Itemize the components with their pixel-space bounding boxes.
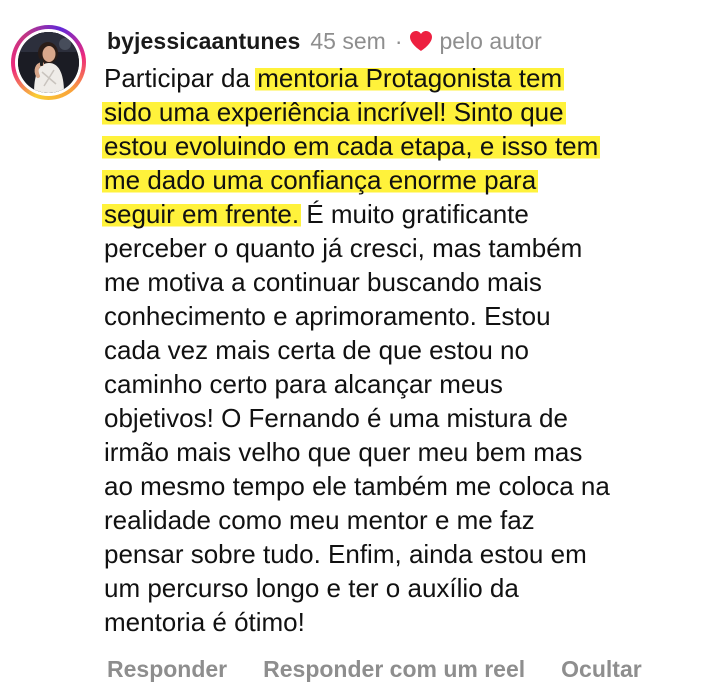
comment-line: mentoria é ótimo! <box>104 605 704 639</box>
comment-text-segment: cada vez mais certa de que estou no <box>104 335 529 365</box>
comment-line: conhecimento e aprimoramento. Estou <box>104 299 704 333</box>
comment-text-segment: um percurso longo e ter o auxílio da <box>104 573 519 603</box>
comment-text-segment: mentoria é ótimo! <box>104 607 305 637</box>
comment-line: estou evoluindo em cada etapa, e isso te… <box>102 129 704 163</box>
separator-dot: · <box>394 27 403 54</box>
comment-text-segment: ao mesmo tempo ele também me coloca na <box>104 471 610 501</box>
comment-line: me motiva a continuar buscando mais <box>104 265 704 299</box>
comment-text-segment: realidade como meu mentor e me faz <box>104 505 535 535</box>
comment-line: objetivos! O Fernando é uma mistura de <box>104 401 704 435</box>
comment-line: pensar sobre tudo. Enfim, ainda estou em <box>104 537 704 571</box>
comment-line: sido uma experiência incrível! Sinto que <box>102 95 704 129</box>
comment-line: Participar da mentoria Protagonista tem <box>104 61 704 95</box>
liked-by-author-label: pelo autor <box>439 27 542 54</box>
comment-line: me dado uma confiança enorme para <box>102 163 704 197</box>
avatar[interactable] <box>18 32 79 93</box>
highlighted-text: seguir em frente. <box>102 199 302 229</box>
comment: byjessicaantunes 45 sem · pelo autor Par… <box>0 0 720 699</box>
heart-icon <box>410 31 433 51</box>
comment-text-segment: É muito gratificante <box>299 199 529 229</box>
comment-line: caminho certo para alcançar meus <box>104 367 704 401</box>
comment-line: seguir em frente. É muito gratificante <box>102 197 704 231</box>
comment-text-segment: me motiva a continuar buscando mais <box>104 267 542 297</box>
reply-button[interactable]: Responder <box>107 656 227 683</box>
reply-with-reel-button[interactable]: Responder com um reel <box>263 656 525 683</box>
comment-actions: Responder Responder com um reel Ocultar <box>107 652 642 686</box>
comment-text: Participar da mentoria Protagonista tem s… <box>102 61 704 639</box>
comment-text-segment: conhecimento e aprimoramento. Estou <box>104 301 551 331</box>
comment-line: perceber o quanto já cresci, mas também <box>104 231 704 265</box>
avatar-photo <box>18 32 79 93</box>
comment-time: 45 sem <box>310 27 386 54</box>
comment-header: byjessicaantunes 45 sem · pelo autor <box>107 25 542 57</box>
comment-line: ao mesmo tempo ele também me coloca na <box>104 469 704 503</box>
comment-text-segment: pensar sobre tudo. Enfim, ainda estou em <box>104 539 587 569</box>
comment-line: cada vez mais certa de que estou no <box>104 333 704 367</box>
comment-line: um percurso longo e ter o auxílio da <box>104 571 704 605</box>
username[interactable]: byjessicaantunes <box>107 28 300 55</box>
comment-text-segment: caminho certo para alcançar meus <box>104 369 503 399</box>
comment-text-segment: irmão mais velho que quer meu bem mas <box>104 437 583 467</box>
highlighted-text: me dado uma confiança enorme para <box>102 165 539 195</box>
comment-text-segment: perceber o quanto já cresci, mas também <box>104 233 583 263</box>
comment-text-segment: Participar da <box>104 63 258 93</box>
highlighted-text: mentoria Protagonista tem <box>255 63 565 93</box>
comment-line: realidade como meu mentor e me faz <box>104 503 704 537</box>
comment-line: irmão mais velho que quer meu bem mas <box>104 435 704 469</box>
comment-text-segment: objetivos! O Fernando é uma mistura de <box>104 403 568 433</box>
hide-button[interactable]: Ocultar <box>561 656 642 683</box>
highlighted-text: estou evoluindo em cada etapa, e isso te… <box>102 131 601 161</box>
highlighted-text: sido uma experiência incrível! Sinto que <box>102 97 566 127</box>
